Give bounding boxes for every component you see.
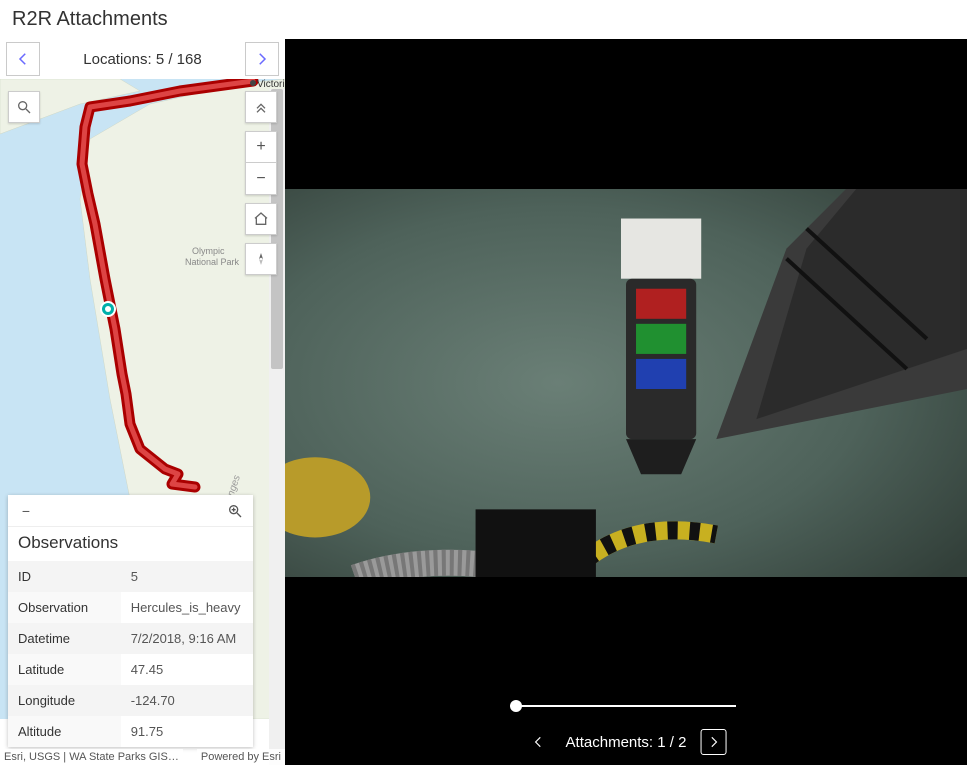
zoom-out-button[interactable]: − xyxy=(245,163,277,195)
home-button[interactable] xyxy=(245,203,277,235)
compass-button[interactable] xyxy=(245,243,277,275)
table-row: Longitude-124.70 xyxy=(8,685,253,716)
chevron-left-icon xyxy=(532,735,546,749)
locations-counter: Locations: 5 / 168 xyxy=(83,51,201,68)
row-label: ID xyxy=(8,561,121,592)
search-button[interactable] xyxy=(8,91,40,123)
svg-text:National Park: National Park xyxy=(185,257,240,267)
map-powered-by: Powered by Esri xyxy=(197,749,285,765)
map-tools: + − xyxy=(245,91,277,275)
next-location-button[interactable] xyxy=(245,42,279,76)
row-label: Latitude xyxy=(8,654,121,685)
left-pane: Locations: 5 / 168 xyxy=(0,39,285,765)
locations-bar: Locations: 5 / 168 xyxy=(0,39,285,79)
row-label: Longitude xyxy=(8,685,121,716)
page-title: R2R Attachments xyxy=(0,0,967,39)
observations-title: Observations xyxy=(8,527,253,561)
table-row: ID5 xyxy=(8,561,253,592)
zoom-slider[interactable] xyxy=(516,699,736,713)
observations-body[interactable]: ID5 ObservationHercules_is_heavy Datetim… xyxy=(8,561,253,747)
table-row: Datetime7/2/2018, 9:16 AM xyxy=(8,623,253,654)
row-value: Hercules_is_heavy xyxy=(121,592,253,623)
observations-panel: − Observations ID5 ObservationHercules_i… xyxy=(8,495,253,747)
compass-icon xyxy=(253,251,269,267)
minus-icon: − xyxy=(256,170,265,188)
prev-location-button[interactable] xyxy=(6,42,40,76)
row-label: Datetime xyxy=(8,623,121,654)
row-value: 91.75 xyxy=(121,716,253,747)
search-icon xyxy=(16,99,32,115)
minimize-button[interactable]: − xyxy=(14,499,38,523)
attachment-viewer: Attachments: 1 / 2 xyxy=(285,39,967,765)
plus-icon: + xyxy=(256,138,265,156)
chevron-right-icon xyxy=(253,50,271,68)
expand-button[interactable] xyxy=(245,91,277,123)
table-row: Altitude91.75 xyxy=(8,716,253,747)
chevron-left-icon xyxy=(14,50,32,68)
map[interactable]: Victoria Olympic National Park Coastal R… xyxy=(0,79,285,765)
chevron-right-icon xyxy=(706,735,720,749)
table-row: Latitude47.45 xyxy=(8,654,253,685)
prev-attachment-button[interactable] xyxy=(526,729,552,755)
row-value: 5 xyxy=(121,561,253,592)
attachment-image[interactable] xyxy=(285,189,967,577)
row-label: Observation xyxy=(8,592,121,623)
minus-icon: − xyxy=(22,503,30,519)
row-value: 47.45 xyxy=(121,654,253,685)
row-value: 7/2/2018, 9:16 AM xyxy=(121,623,253,654)
map-label-olympic: Olympic xyxy=(192,246,225,256)
attachments-bar: Attachments: 1 / 2 xyxy=(526,729,727,755)
observations-header: − xyxy=(8,495,253,527)
zoom-to-button[interactable] xyxy=(223,499,247,523)
attachments-counter: Attachments: 1 / 2 xyxy=(566,734,687,751)
zoom-in-button[interactable]: + xyxy=(245,131,277,163)
slider-track xyxy=(516,705,736,707)
observations-table: ID5 ObservationHercules_is_heavy Datetim… xyxy=(8,561,253,747)
next-attachment-button[interactable] xyxy=(700,729,726,755)
map-attribution: Esri, USGS | WA State Parks GIS… xyxy=(0,749,183,765)
main: Locations: 5 / 168 xyxy=(0,39,967,765)
table-row: ObservationHercules_is_heavy xyxy=(8,592,253,623)
chevrons-up-icon xyxy=(253,99,269,115)
magnify-plus-icon xyxy=(227,503,243,519)
home-icon xyxy=(253,211,269,227)
slider-thumb[interactable] xyxy=(510,700,522,712)
row-value: -124.70 xyxy=(121,685,253,716)
row-label: Altitude xyxy=(8,716,121,747)
